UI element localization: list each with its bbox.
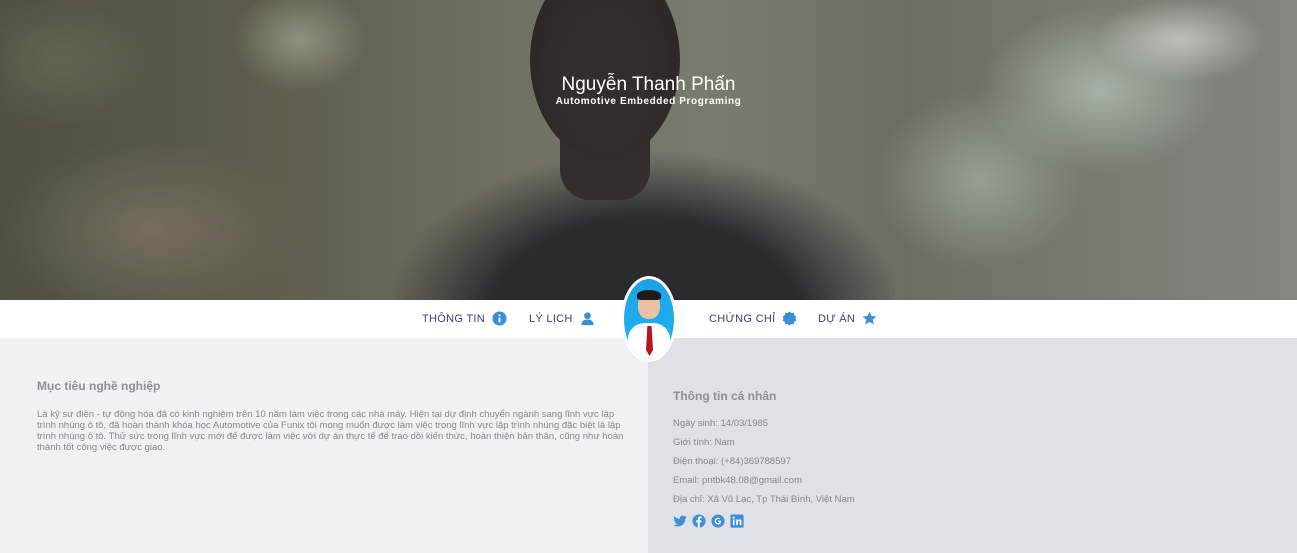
avatar-photo xyxy=(624,279,674,359)
info-email: Email: pntbk48.08@gmail.com xyxy=(673,475,802,486)
info-address: Địa chỉ: Xã Vũ Lạc, Tp Thái Bình, Việt N… xyxy=(673,494,855,505)
star-icon xyxy=(862,311,877,325)
nav-label: DỰ ÁN xyxy=(818,312,856,325)
career-objective-title: Mục tiêu nghề nghiệp xyxy=(37,379,161,393)
personal-info-title: Thông tin cá nhân xyxy=(673,389,777,403)
nav-item-ly-lich[interactable]: LÝ LỊCH xyxy=(529,311,595,326)
personal-info-panel: Thông tin cá nhân Ngày sinh: 14/03/1985 … xyxy=(648,338,1297,553)
nav-item-chung-chi[interactable]: CHỨNG CHỈ xyxy=(709,311,797,326)
profile-avatar xyxy=(621,276,677,362)
nav-item-thong-tin[interactable]: THÔNG TIN xyxy=(422,311,507,326)
career-objective-panel: Mục tiêu nghề nghiệp Là kỹ sư điện - tự … xyxy=(0,338,648,553)
nav-item-du-an[interactable]: DỰ ÁN xyxy=(818,311,877,326)
info-birthdate: Ngày sinh: 14/03/1985 xyxy=(673,418,769,429)
nav-label: LÝ LỊCH xyxy=(529,312,573,325)
profile-name: Nguyễn Thanh Phấn xyxy=(561,74,736,95)
nav-label: CHỨNG CHỈ xyxy=(709,312,776,325)
twitter-icon[interactable] xyxy=(673,514,687,528)
nav-label: THÔNG TIN xyxy=(422,312,485,325)
facebook-icon[interactable] xyxy=(692,514,706,528)
google-icon[interactable] xyxy=(711,514,725,528)
info-icon xyxy=(492,311,507,326)
user-icon xyxy=(581,312,594,326)
hero-banner: Nguyễn Thanh Phấn Automotive Embedded Pr… xyxy=(0,0,1297,300)
personal-info-list: Ngày sinh: 14/03/1985 Giới tính: Nam Điệ… xyxy=(673,418,855,513)
career-objective-text: Là kỹ sư điện - tự động hóa đã có kinh n… xyxy=(37,409,624,453)
info-gender: Giới tính: Nam xyxy=(673,437,735,448)
info-phone: Điện thoại: (+84)369788597 xyxy=(673,456,792,467)
social-links xyxy=(673,514,744,528)
profile-subtitle: Automotive Embedded Programing xyxy=(555,96,742,107)
linkedin-icon[interactable] xyxy=(730,514,744,528)
certificate-icon xyxy=(783,311,797,326)
